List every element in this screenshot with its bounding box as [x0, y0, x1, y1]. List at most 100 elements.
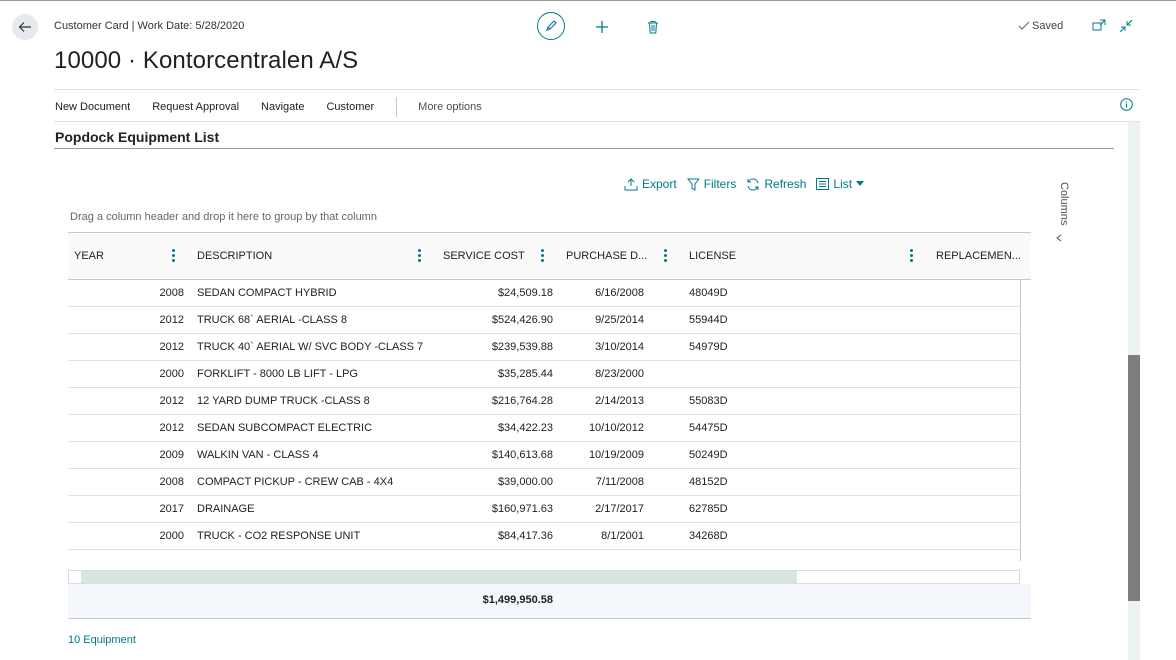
page-scrollbar-thumb[interactable]: [1128, 355, 1140, 601]
cell-service-cost: $35,285.44: [497, 368, 553, 380]
cell-year: 2017: [159, 503, 184, 515]
export-button[interactable]: Export: [624, 177, 677, 191]
table-row[interactable]: 2000 FORKLIFT - 8000 LB LIFT - LPG $35,2…: [68, 361, 1020, 388]
cell-service-cost: $160,971.63: [491, 503, 553, 515]
cell-service-cost: $239,539.88: [491, 341, 553, 353]
cell-purchase-date: 6/16/2008: [595, 287, 644, 299]
list-icon: [816, 178, 830, 190]
cell-service-cost: $39,000.00: [497, 476, 553, 488]
cell-year: 2009: [159, 449, 184, 461]
cell-purchase-date: 2/14/2013: [595, 395, 644, 407]
delete-button[interactable]: [643, 14, 663, 40]
column-header-service-cost[interactable]: SERVICE COST: [443, 233, 525, 279]
cell-service-cost: $34,422.23: [497, 422, 553, 434]
cell-description: TRUCK - CO2 RESPONSE UNIT: [197, 530, 361, 542]
table-row[interactable]: 2012 TRUCK 40` AERIAL W/ SVC BODY -CLASS…: [68, 334, 1020, 361]
view-list-label: List: [833, 177, 853, 191]
table-row[interactable]: 2012 SEDAN SUBCOMPACT ELECTRIC $34,422.2…: [68, 415, 1020, 442]
refresh-label: Refresh: [764, 177, 807, 191]
view-list-button[interactable]: List: [816, 177, 865, 191]
grid-horizontal-scroll-thumb[interactable]: [81, 571, 797, 583]
action-request-approval[interactable]: Request Approval: [152, 101, 239, 113]
cell-license: 55083D: [689, 395, 728, 407]
column-menu-service-cost[interactable]: [541, 249, 545, 263]
collapse-button[interactable]: [1118, 18, 1136, 36]
chevron-left-icon: [1056, 234, 1062, 242]
group-by-hint[interactable]: Drag a column header and drop it here to…: [70, 211, 377, 223]
cell-year: 2012: [159, 314, 184, 326]
cell-description: WALKIN VAN - CLASS 4: [197, 449, 319, 461]
filters-button[interactable]: Filters: [686, 177, 737, 191]
grid-horizontal-scrollbar[interactable]: [68, 570, 1020, 584]
checkmark-icon: [1018, 21, 1030, 30]
action-new-document[interactable]: New Document: [55, 101, 130, 113]
cell-service-cost: $84,417.36: [497, 530, 553, 542]
cell-year: 2000: [159, 368, 184, 380]
collapse-icon: [1119, 19, 1133, 33]
pencil-icon: [546, 20, 557, 31]
plus-icon: [596, 21, 608, 33]
table-row[interactable]: 2017 DRAINAGE $160,971.63 2/17/2017 6278…: [68, 496, 1020, 523]
new-button[interactable]: [590, 14, 614, 40]
cell-year: 2008: [159, 476, 184, 488]
columns-label: Columns: [1058, 182, 1070, 226]
refresh-button[interactable]: Refresh: [746, 177, 806, 191]
column-header-license[interactable]: LICENSE: [689, 233, 736, 279]
top-border: [0, 0, 1176, 1]
cell-description: SEDAN COMPACT HYBRID: [197, 287, 337, 299]
table-row[interactable]: 2000 TRUCK - CO2 RESPONSE UNIT $84,417.3…: [68, 523, 1020, 550]
cell-service-cost: $140,613.68: [491, 449, 553, 461]
equipment-grid: YEAR DESCRIPTION SERVICE COST PURCHASE D…: [68, 232, 1032, 619]
column-header-replacement[interactable]: REPLACEMEN...: [936, 233, 1021, 279]
cell-purchase-date: 10/10/2012: [588, 422, 644, 434]
cell-year: 2012: [159, 395, 184, 407]
column-header-description[interactable]: DESCRIPTION: [197, 233, 272, 279]
cell-purchase-date: 10/19/2009: [588, 449, 644, 461]
cell-purchase-date: 2/17/2017: [595, 503, 644, 515]
export-icon: [624, 177, 638, 190]
cell-license: 54979D: [689, 341, 728, 353]
action-navigate[interactable]: Navigate: [261, 101, 304, 113]
cell-service-cost: $216,764.28: [491, 395, 553, 407]
cell-license: 34268D: [689, 530, 728, 542]
cell-license: [689, 361, 769, 387]
column-menu-year[interactable]: [172, 249, 176, 263]
cell-purchase-date: 3/10/2014: [595, 341, 644, 353]
info-button[interactable]: [1120, 98, 1133, 111]
cell-year: 2012: [159, 341, 184, 353]
export-label: Export: [642, 177, 677, 191]
table-row[interactable]: 2008 SEDAN COMPACT HYBRID $24,509.18 6/1…: [68, 280, 1020, 307]
table-row[interactable]: 2012 12 YARD DUMP TRUCK -CLASS 8 $216,76…: [68, 388, 1020, 415]
cell-purchase-date: 8/1/2001: [601, 530, 644, 542]
edit-button[interactable]: [537, 12, 565, 40]
total-service-cost: $1,499,950.58: [482, 594, 553, 606]
filters-label: Filters: [703, 177, 737, 191]
action-customer[interactable]: Customer: [326, 101, 374, 113]
column-header-year[interactable]: YEAR: [74, 233, 104, 279]
more-options-button[interactable]: More options: [418, 101, 482, 113]
grid-vertical-scrollbar[interactable]: [1020, 292, 1032, 561]
grid-toolbar: Export Filters Refresh List: [624, 176, 874, 192]
cell-description: FORKLIFT - 8000 LB LIFT - LPG: [197, 368, 358, 380]
table-row[interactable]: 2009 WALKIN VAN - CLASS 4 $140,613.68 10…: [68, 442, 1020, 469]
cell-license: 54475D: [689, 422, 728, 434]
column-menu-description[interactable]: [418, 249, 422, 263]
page-title: 10000 · Kontorcentralen A/S: [54, 47, 359, 74]
column-header-purchase-date[interactable]: PURCHASE D...: [566, 233, 647, 279]
cell-description: 12 YARD DUMP TRUCK -CLASS 8: [197, 395, 370, 407]
column-menu-license[interactable]: [910, 249, 914, 263]
part-title[interactable]: Popdock Equipment List: [55, 129, 219, 145]
grid-header: YEAR DESCRIPTION SERVICE COST PURCHASE D…: [68, 232, 1031, 280]
caret-down-icon: [856, 181, 865, 186]
cell-year: 2008: [159, 287, 184, 299]
columns-panel-toggle[interactable]: Columns: [1050, 182, 1070, 242]
equipment-count-link[interactable]: 10 Equipment: [68, 634, 136, 646]
popout-icon: [1092, 19, 1106, 31]
table-row[interactable]: 2012 TRUCK 68` AERIAL -CLASS 8 $524,426.…: [68, 307, 1020, 334]
action-bar: New Document Request Approval Navigate C…: [55, 97, 482, 117]
popout-button[interactable]: [1091, 18, 1109, 36]
back-button[interactable]: [12, 14, 38, 40]
cell-license: 48049D: [689, 287, 728, 299]
column-menu-purchase-date[interactable]: [664, 249, 668, 263]
table-row[interactable]: 2008 COMPACT PICKUP - CREW CAB - 4X4 $39…: [68, 469, 1020, 496]
